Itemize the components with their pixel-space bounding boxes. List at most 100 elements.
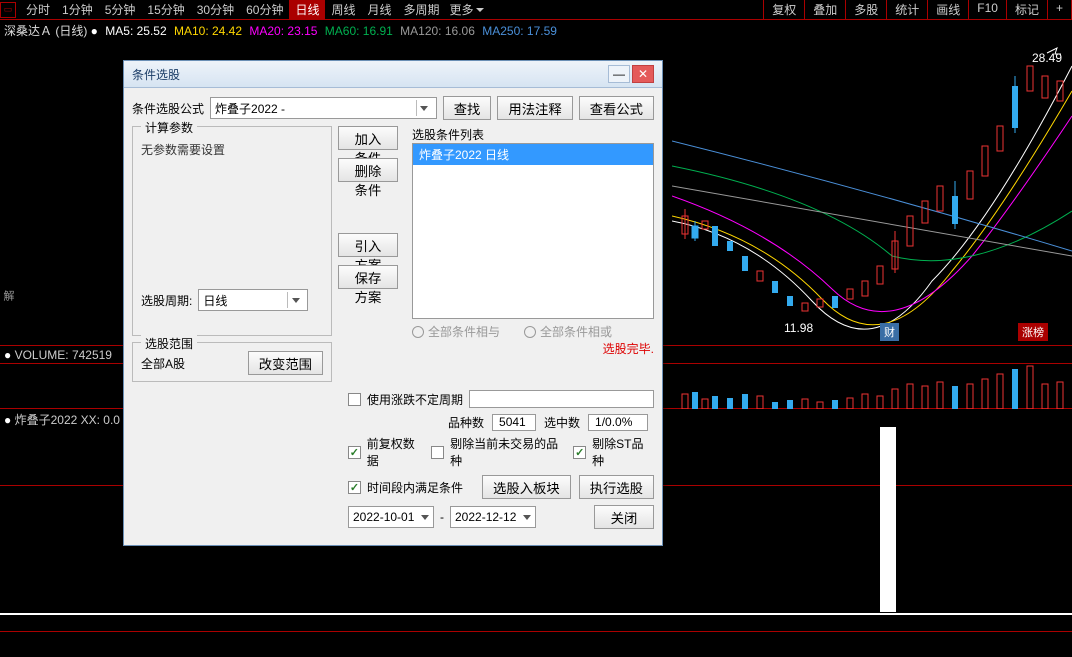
btn-plus[interactable]: + <box>1048 0 1072 20</box>
stock-title: 深桑达Ａ (日线) <box>4 24 87 38</box>
selected-label: 选中数 <box>544 414 580 431</box>
chevron-down-icon <box>421 515 429 520</box>
timeframe-30min[interactable]: 30分钟 <box>191 0 240 20</box>
dialog-titlebar[interactable]: 条件选股 — ✕ <box>124 61 662 88</box>
condition-listbox[interactable]: 炸叠子2022 日线 <box>412 143 654 319</box>
chevron-down-icon <box>420 106 428 111</box>
chk-time-range[interactable]: ✓ <box>348 481 361 494</box>
radio-and[interactable]: 全部条件相与 <box>412 323 500 340</box>
search-button[interactable]: 查找 <box>443 96 492 120</box>
period-combo[interactable]: 日线 <box>198 289 308 311</box>
chk-rm-st[interactable]: ✓ <box>573 446 586 459</box>
date-from[interactable]: 2022-10-01 <box>348 506 434 528</box>
period-label: 选股周期: <box>141 292 192 309</box>
scope-fieldset-title: 选股范围 <box>141 335 197 352</box>
dialog-title: 条件选股 <box>132 66 180 83</box>
btn-drawline[interactable]: 画线 <box>928 0 969 20</box>
delete-condition-button[interactable]: 删除条件 <box>338 158 398 182</box>
ma120-value: MA120: 16.06 <box>400 24 475 38</box>
chk-rm-notrade[interactable] <box>431 446 444 459</box>
period-textfield[interactable] <box>469 390 654 408</box>
scope-value: 全部A股 <box>141 355 185 372</box>
dot-icon: ● <box>4 413 11 427</box>
indicator-zeroline <box>0 630 1072 632</box>
close-button[interactable]: ✕ <box>632 65 654 83</box>
timeframe-month[interactable]: 月线 <box>362 0 398 20</box>
date-separator: - <box>440 510 444 524</box>
chevron-down-icon <box>476 8 484 12</box>
selected-value: 1/0.0% <box>588 414 648 431</box>
ma250-value: MA250: 17.59 <box>482 24 557 38</box>
timeframe-5min[interactable]: 5分钟 <box>99 0 142 20</box>
left-strip-label: 解 <box>0 290 16 301</box>
formula-combo[interactable]: 炸叠子2022 - <box>210 97 437 119</box>
count-label: 品种数 <box>448 414 484 431</box>
count-value: 5041 <box>492 414 536 431</box>
top-toolbar: ▭ 分时 1分钟 5分钟 15分钟 30分钟 60分钟 日线 周线 月线 多周期… <box>0 0 1072 20</box>
formula-value: 炸叠子2022 - <box>215 100 285 117</box>
timeframe-1min[interactable]: 1分钟 <box>56 0 99 20</box>
radio-or[interactable]: 全部条件相或 <box>524 323 612 340</box>
ma5-value: MA5: 25.52 <box>105 24 166 38</box>
chk-fqdata[interactable]: ✓ <box>348 446 361 459</box>
timeframe-multi[interactable]: 多周期 <box>398 0 446 20</box>
params-fieldset-title: 计算参数 <box>141 119 197 136</box>
dot-icon: ● <box>4 348 11 362</box>
dialog-body: 条件选股公式 炸叠子2022 - 查找 用法注释 查看公式 计算参数 无参数需要… <box>124 88 662 545</box>
change-scope-button[interactable]: 改变范围 <box>248 351 323 375</box>
chevron-down-icon <box>523 515 531 520</box>
btn-f10[interactable]: F10 <box>969 0 1007 20</box>
view-formula-button[interactable]: 查看公式 <box>579 96 654 120</box>
chevron-down-icon <box>292 298 300 303</box>
price-low-label: 11.98 <box>784 321 813 335</box>
timeframe-more[interactable]: 更多 <box>446 0 488 20</box>
chk-rm-st-label: 剔除ST品种 <box>592 435 654 469</box>
price-high-label: 28.49 <box>1032 51 1062 65</box>
add-to-block-button[interactable]: 选股入板块 <box>482 475 571 499</box>
ma60-value: MA60: 16.91 <box>325 24 393 38</box>
chk-fqdata-label: 前复权数据 <box>367 435 426 469</box>
usage-button[interactable]: 用法注释 <box>497 96 572 120</box>
dot-icon: ● <box>91 24 98 38</box>
chk-use-period[interactable] <box>348 393 361 406</box>
sub-indicator-value: 炸叠子2022 XX: 0.0 <box>15 413 120 427</box>
save-scheme-button[interactable]: 保存方案 <box>338 265 398 289</box>
badge-rank[interactable]: 涨榜 <box>1018 323 1048 341</box>
close-dialog-button[interactable]: 关闭 <box>594 505 654 529</box>
list-title: 选股条件列表 <box>412 126 654 143</box>
add-condition-button[interactable]: 加入条件 <box>338 126 398 150</box>
no-params-text: 无参数需要设置 <box>141 135 323 164</box>
list-item[interactable]: 炸叠子2022 日线 <box>413 144 653 165</box>
toolbar-right: 复权 叠加 多股 统计 画线 F10 标记 + <box>763 0 1072 20</box>
chk-use-period-label: 使用涨跌不定周期 <box>367 391 463 408</box>
btn-multistock[interactable]: 多股 <box>846 0 887 20</box>
timeframe-icon[interactable]: ▭ <box>0 2 16 18</box>
import-scheme-button[interactable]: 引入方案 <box>338 233 398 257</box>
selection-status: 选股完毕. <box>603 340 654 357</box>
run-selection-button[interactable]: 执行选股 <box>579 475 654 499</box>
condition-select-dialog: 条件选股 — ✕ 条件选股公式 炸叠子2022 - 查找 用法注释 查看公式 计… <box>123 60 663 546</box>
timeframe-week[interactable]: 周线 <box>325 0 361 20</box>
btn-fuquan[interactable]: 复权 <box>764 0 805 20</box>
btn-overlay[interactable]: 叠加 <box>805 0 846 20</box>
chk-rm-notrade-label: 剔除当前未交易的品种 <box>450 435 567 469</box>
badge-cai[interactable]: 财 <box>880 323 899 341</box>
chk-time-range-label: 时间段内满足条件 <box>367 479 463 496</box>
btn-stats[interactable]: 统计 <box>887 0 928 20</box>
ma-indicator-line: 深桑达Ａ (日线) ● MA5: 25.52 MA10: 24.42 MA20:… <box>0 20 1072 41</box>
indicator-baseline <box>0 613 1072 615</box>
btn-mark[interactable]: 标记 <box>1007 0 1048 20</box>
ma10-value: MA10: 24.42 <box>174 24 242 38</box>
timeframe-day[interactable]: 日线 <box>289 0 325 20</box>
period-value: 日线 <box>203 292 227 309</box>
date-to[interactable]: 2022-12-12 <box>450 506 536 528</box>
candlestick-chart <box>672 41 1072 346</box>
timeframe-group: ▭ 分时 1分钟 5分钟 15分钟 30分钟 60分钟 日线 周线 月线 多周期… <box>0 0 488 20</box>
timeframe-realtime[interactable]: 分时 <box>20 0 56 20</box>
timeframe-15min[interactable]: 15分钟 <box>141 0 190 20</box>
volume-bars <box>672 364 1072 409</box>
minimize-button[interactable]: — <box>608 65 630 83</box>
formula-label: 条件选股公式 <box>132 100 204 117</box>
timeframe-60min[interactable]: 60分钟 <box>240 0 289 20</box>
volume-value: VOLUME: 742519 <box>15 348 112 362</box>
